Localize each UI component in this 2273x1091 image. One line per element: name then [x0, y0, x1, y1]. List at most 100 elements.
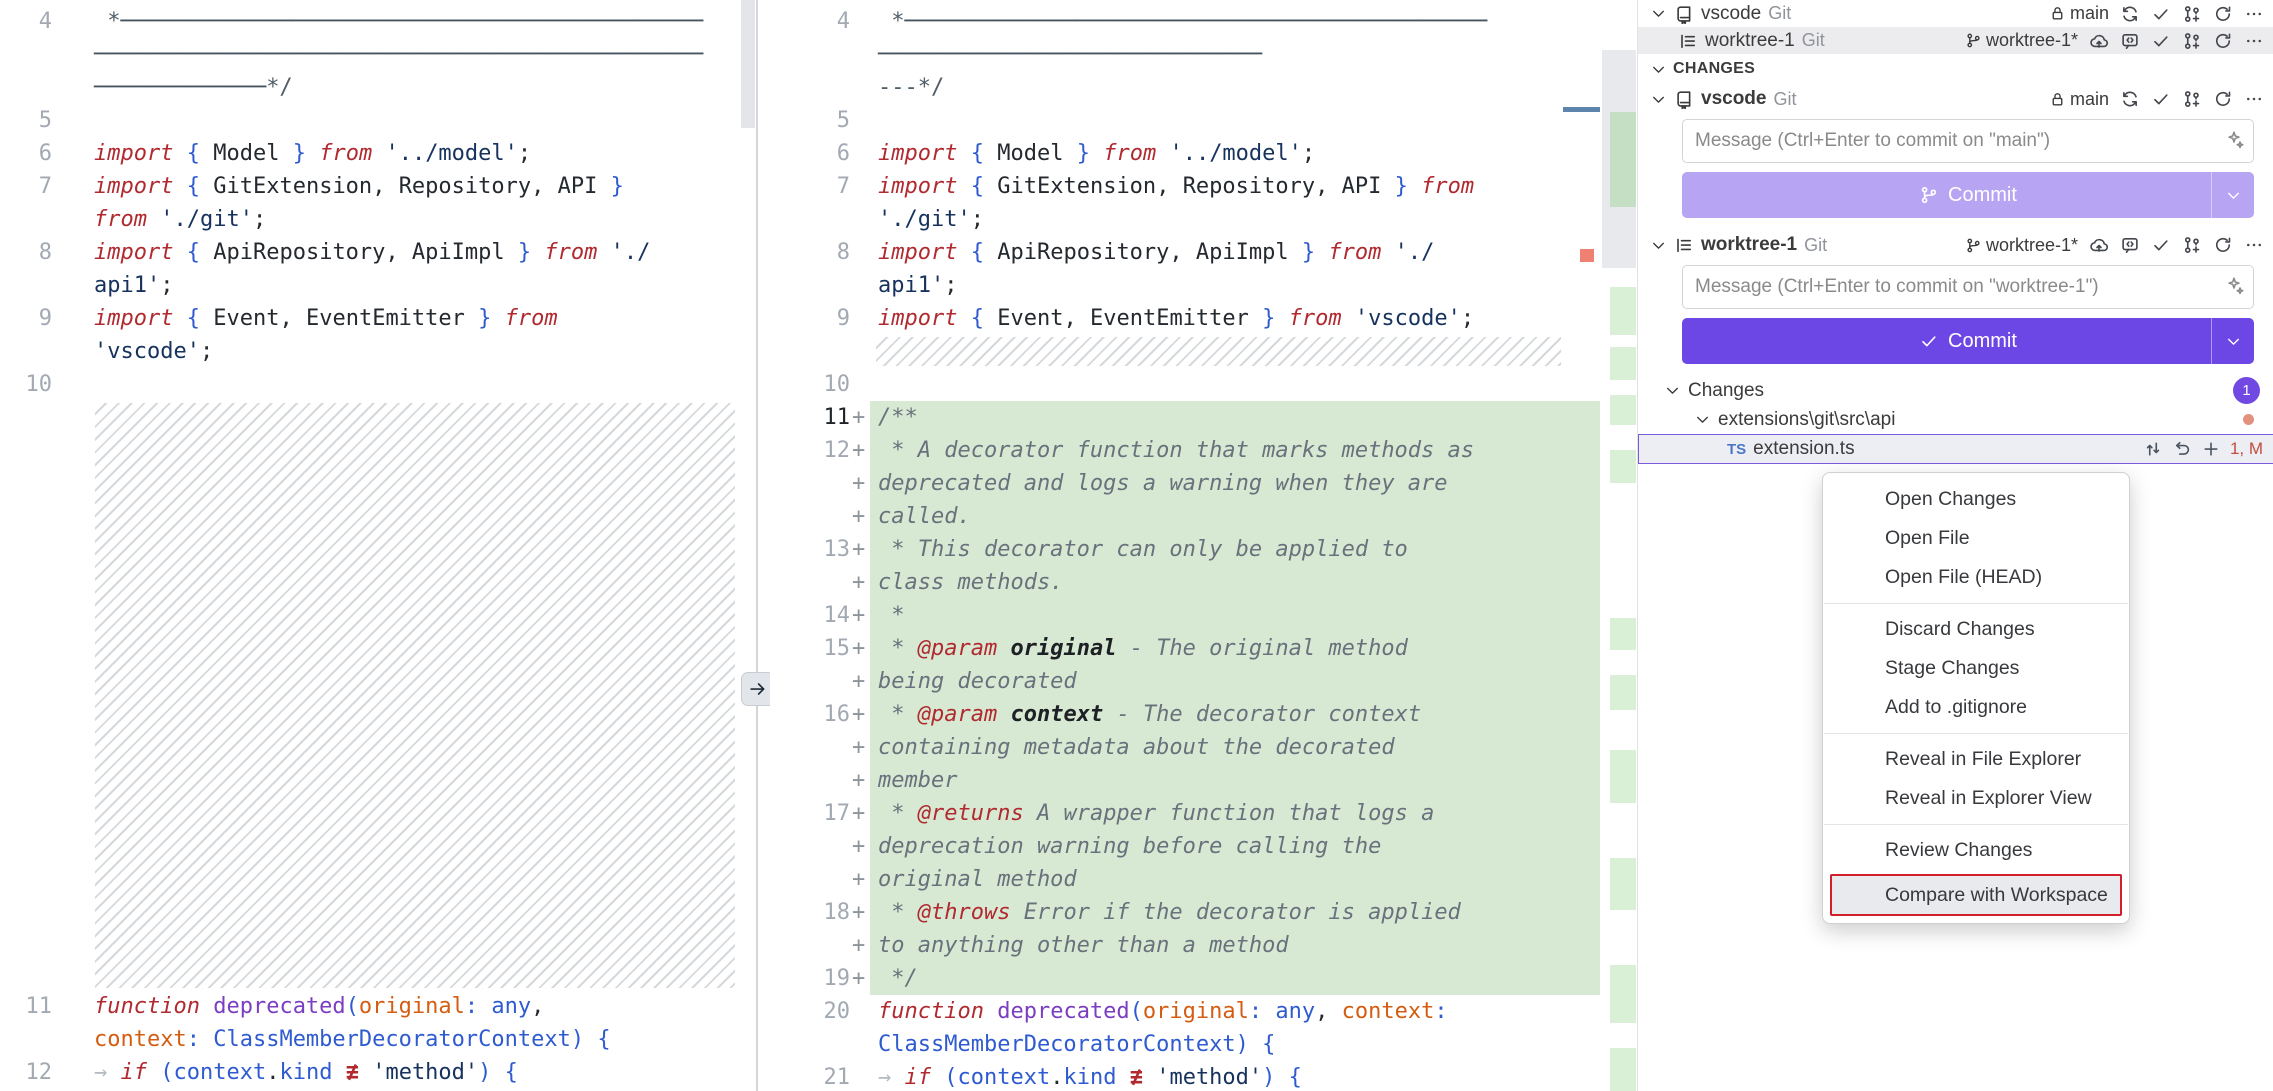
chevron-down-icon[interactable]	[1650, 237, 1667, 254]
menu-item-reveal-in-file-explorer[interactable]: Reveal in File Explorer	[1823, 740, 2129, 779]
code-line[interactable]: 8import { ApiRepository, ApiImpl } from …	[770, 236, 1600, 269]
code-line[interactable]: 11+/**	[770, 401, 1600, 434]
commit-check-icon[interactable]	[2151, 235, 2171, 255]
publish-icon[interactable]	[2089, 31, 2109, 51]
code-line[interactable]: 9import { Event, EventEmitter } from	[0, 302, 757, 335]
code-line[interactable]: ─────────────────────────────	[770, 38, 1600, 71]
menu-item-discard-changes[interactable]: Discard Changes	[1823, 610, 2129, 649]
commit-check-icon[interactable]	[2151, 4, 2171, 24]
branch-indicator[interactable]: worktree-1*	[1965, 235, 2078, 256]
repo-row-worktree-1[interactable]: worktree-1 Git worktree-1*	[1638, 27, 2273, 54]
refresh-icon[interactable]	[2213, 235, 2233, 255]
publish-icon[interactable]	[2089, 235, 2109, 255]
more-actions-icon[interactable]	[2244, 89, 2264, 109]
comment-code-icon[interactable]	[2120, 235, 2140, 255]
code-line[interactable]: +containing metadata about the decorated	[770, 731, 1600, 764]
code-line[interactable]: 'vscode';	[0, 335, 757, 368]
commit-message-input-worktree[interactable]	[1682, 265, 2254, 309]
code-line[interactable]: 6import { Model } from '../model';	[770, 137, 1600, 170]
code-line[interactable]: ────────────────────────────────────────…	[0, 38, 757, 71]
repo-row-vscode[interactable]: vscode Git main	[1638, 0, 2273, 27]
more-actions-icon[interactable]	[2244, 235, 2264, 255]
menu-item-compare-with-workspace[interactable]: Compare with Workspace	[1830, 874, 2122, 916]
code-line[interactable]: +original method	[770, 863, 1600, 896]
changes-group-row[interactable]: Changes 1	[1638, 376, 2273, 405]
sparkle-icon[interactable]	[2225, 129, 2245, 149]
code-line[interactable]: 4 *─────────────────────────────────────…	[770, 5, 1600, 38]
menu-item-open-file[interactable]: Open File	[1823, 519, 2129, 558]
refresh-icon[interactable]	[2213, 31, 2233, 51]
code-line[interactable]: +member	[770, 764, 1600, 797]
chevron-down-icon[interactable]	[1650, 91, 1667, 108]
code-line[interactable]: 11function deprecated(original: any,	[0, 990, 757, 1023]
menu-item-add-to-gitignore[interactable]: Add to .gitignore	[1823, 688, 2129, 727]
commit-check-icon[interactable]	[2151, 89, 2171, 109]
code-line[interactable]: ClassMemberDecoratorContext) {	[770, 1028, 1600, 1061]
diff-right-editor[interactable]: 4 *─────────────────────────────────────…	[770, 0, 1600, 1091]
code-line[interactable]: 6import { Model } from '../model';	[0, 137, 757, 170]
code-line[interactable]: 10	[0, 368, 757, 401]
comment-code-icon[interactable]	[2120, 31, 2140, 51]
diff-left-editor[interactable]: 4 *─────────────────────────────────────…	[0, 0, 757, 1091]
code-line[interactable]: './git';	[770, 203, 1600, 236]
chevron-down-icon[interactable]	[1694, 411, 1711, 428]
chevron-down-icon[interactable]	[2225, 333, 2242, 350]
code-line[interactable]: 4 *─────────────────────────────────────…	[0, 5, 757, 38]
branch-indicator[interactable]: main	[2049, 89, 2109, 110]
code-line[interactable]: from './git';	[0, 203, 757, 236]
code-line[interactable]: 17+ * @returns A wrapper function that l…	[770, 797, 1600, 830]
sparkle-icon[interactable]	[2225, 275, 2245, 295]
code-line[interactable]: 16+ * @param context - The decorator con…	[770, 698, 1600, 731]
code-line[interactable]: 12→ if (context.kind ≢ 'method') {	[0, 1056, 757, 1089]
commit-button-worktree[interactable]: Commit	[1682, 318, 2254, 364]
chevron-down-icon[interactable]	[2225, 187, 2242, 204]
code-line[interactable]: 14+ *	[770, 599, 1600, 632]
code-line[interactable]: 5	[0, 104, 757, 137]
code-line[interactable]: 21→ if (context.kind ≢ 'method') {	[770, 1061, 1600, 1091]
commit-check-icon[interactable]	[2151, 31, 2171, 51]
branch-indicator[interactable]: worktree-1*	[1965, 30, 2078, 51]
menu-item-review-changes[interactable]: Review Changes	[1823, 831, 2129, 870]
menu-item-open-file-head-[interactable]: Open File (HEAD)	[1823, 558, 2129, 597]
section-repo-worktree-1[interactable]: worktree-1 Git worktree-1*	[1638, 230, 2273, 260]
more-actions-icon[interactable]	[2244, 4, 2264, 24]
menu-item-open-changes[interactable]: Open Changes	[1823, 480, 2129, 519]
folder-row-api[interactable]: extensions\git\src\api	[1638, 405, 2273, 434]
left-editor-scrollbar[interactable]	[741, 0, 755, 128]
code-line[interactable]: 19+ */	[770, 962, 1600, 995]
code-line[interactable]: +deprecation warning before calling the	[770, 830, 1600, 863]
code-line[interactable]: 15+ * @param original - The original met…	[770, 632, 1600, 665]
chevron-down-icon[interactable]	[1650, 5, 1667, 22]
section-repo-vscode[interactable]: vscode Git main	[1638, 84, 2273, 114]
code-line[interactable]: 8import { ApiRepository, ApiImpl } from …	[0, 236, 757, 269]
commit-message-input-main[interactable]	[1682, 119, 2254, 163]
file-row-extension-ts[interactable]: TS extension.ts 1, M	[1638, 434, 2273, 464]
open-changes-icon[interactable]	[2143, 439, 2163, 459]
code-line[interactable]: 13+ * This decorator can only be applied…	[770, 533, 1600, 566]
branch-indicator[interactable]: main	[2049, 3, 2109, 24]
code-line[interactable]: 18+ * @throws Error if the decorator is …	[770, 896, 1600, 929]
branch-create-icon[interactable]	[2182, 31, 2202, 51]
changes-section-header[interactable]: CHANGES	[1638, 54, 2273, 84]
code-line[interactable]: +class methods.	[770, 566, 1600, 599]
commit-button-main[interactable]: Commit	[1682, 172, 2254, 218]
menu-item-stage-changes[interactable]: Stage Changes	[1823, 649, 2129, 688]
sync-icon[interactable]	[2120, 89, 2140, 109]
branch-create-icon[interactable]	[2182, 4, 2202, 24]
chevron-down-icon[interactable]	[1664, 382, 1681, 399]
code-line[interactable]: 7import { GitExtension, Repository, API …	[770, 170, 1600, 203]
code-line[interactable]: +deprecated and logs a warning when they…	[770, 467, 1600, 500]
code-line[interactable]: api1';	[0, 269, 757, 302]
refresh-icon[interactable]	[2213, 89, 2233, 109]
code-line[interactable]: context: ClassMemberDecoratorContext) {	[0, 1023, 757, 1056]
stage-changes-icon[interactable]	[2201, 439, 2221, 459]
code-line[interactable]: +being decorated	[770, 665, 1600, 698]
code-line[interactable]: 7import { GitExtension, Repository, API …	[0, 170, 757, 203]
branch-create-icon[interactable]	[2182, 89, 2202, 109]
code-line[interactable]: ---*/	[770, 71, 1600, 104]
code-line[interactable]: +called.	[770, 500, 1600, 533]
code-line[interactable]: 9import { Event, EventEmitter } from 'vs…	[770, 302, 1600, 335]
menu-item-reveal-in-explorer-view[interactable]: Reveal in Explorer View	[1823, 779, 2129, 818]
code-line[interactable]: api1';	[770, 269, 1600, 302]
code-line[interactable]: 20function deprecated(original: any, con…	[770, 995, 1600, 1028]
